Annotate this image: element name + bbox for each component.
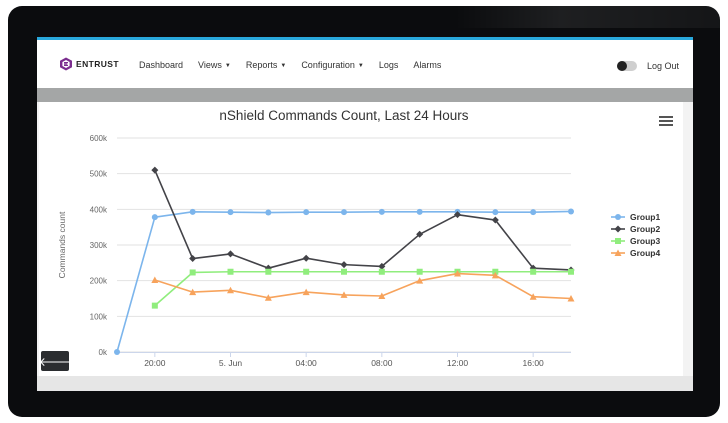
caret-down-icon: ▼ [224,63,231,69]
group2-data-point [340,261,348,269]
nav-alarms[interactable]: Alarms [413,60,441,70]
group3-data-point [378,268,385,275]
x-tick-label: 20:00 [144,358,166,368]
header-strip [37,88,693,102]
group3-series-line [154,270,571,307]
chart-panel: nShield Commands Count, Last 24 Hours 0k… [39,102,683,376]
y-tick-label: 200k [90,277,108,286]
nav-dashboard[interactable]: Dashboard [139,60,183,70]
legend-group4-label: Group4 [630,248,660,258]
app-screen: ENTRUST Dashboard Views ▼ Reports ▼ Config… [37,37,693,391]
group1-data-point [189,208,196,215]
caret-down-icon: ▼ [280,63,287,69]
x-tick-label: 08:00 [371,358,393,368]
entrust-logo-icon [60,57,72,71]
brand-name: ENTRUST [76,59,119,69]
nav-label: Alarms [413,60,442,70]
group3-data-point [530,268,537,275]
legend-group3-marker [615,238,621,244]
y-axis-title: Commands count [57,211,67,278]
screen-glare [455,6,720,28]
y-tick-label: 100k [90,312,108,321]
top-navbar: ENTRUST Dashboard Views ▼ Reports ▼ Config… [37,40,693,88]
nav-label: Logs [378,60,399,70]
entrust-logo[interactable]: ENTRUST [59,57,119,71]
group2-data-point [302,254,310,262]
theme-toggle[interactable] [617,61,637,71]
group3-data-point [265,268,272,275]
nav-label: Views [198,60,222,70]
group1-data-point [303,209,310,216]
y-tick-label: 400k [90,205,108,214]
group1-data-point [378,208,385,215]
x-tick-label: 12:00 [447,358,469,368]
y-tick-label: 500k [90,170,108,179]
group3-data-point [227,268,234,275]
arrow-left-icon: 🡐 [38,354,72,369]
footer-band [37,376,693,391]
group2-series-line [154,169,572,271]
group4-series-line [154,272,572,300]
group3-data-point [303,268,310,275]
line-chart: 0k 100k 200k 300k 400k 500k 600k 20:00 5. Jun 04:… [57,134,660,368]
legend-group1-marker [615,214,621,220]
nav-reports[interactable]: Reports ▼ [246,60,286,70]
group2-data-point [189,255,197,263]
logout-link[interactable]: Log Out [647,61,679,71]
group4-data-point [151,276,159,283]
y-tick-label: 600k [90,134,108,143]
group3-data-point [568,268,574,275]
group1-data-point [492,209,499,216]
group1-data-point [227,209,234,216]
nav-logs[interactable]: Logs [379,60,399,70]
toggle-knob [617,61,627,71]
group1-data-point [151,214,158,221]
group3-data-point [189,269,196,276]
legend-group3-label: Group3 [630,236,660,246]
nav-label: Dashboard [139,60,184,70]
nav-label: Reports [245,60,278,70]
group3-data-point [341,268,347,275]
group3-data-point [151,302,158,309]
group1-data-point [530,209,537,216]
nav-views[interactable]: Views ▼ [198,60,231,70]
x-tick-label: 16:00 [523,358,545,368]
group1-data-point [114,349,120,355]
legend-group1-label: Group1 [630,212,660,222]
nav-configuration[interactable]: Configuration ▼ [301,60,364,70]
caret-down-icon: ▼ [357,63,364,69]
group2-data-point [227,250,234,258]
group1-data-point [341,209,347,216]
main-nav: Dashboard Views ▼ Reports ▼ Configuration ▼… [139,60,456,70]
legend-group2-label: Group2 [630,224,660,234]
y-tick-label: 0k [99,348,108,357]
legend-group2-marker [614,225,622,233]
group1-data-point [568,208,574,215]
nav-label: Configuration [301,60,355,70]
group1-series-line [116,210,572,353]
back-button[interactable]: 🡐 [38,351,72,371]
group1-data-point [265,209,272,216]
y-tick-label: 300k [90,241,108,250]
group2-data-point [151,166,159,174]
group1-data-point [416,208,423,215]
x-tick-label: 04:00 [296,358,318,368]
group3-data-point [416,268,423,275]
x-tick-label: 5. Jun [219,358,242,368]
